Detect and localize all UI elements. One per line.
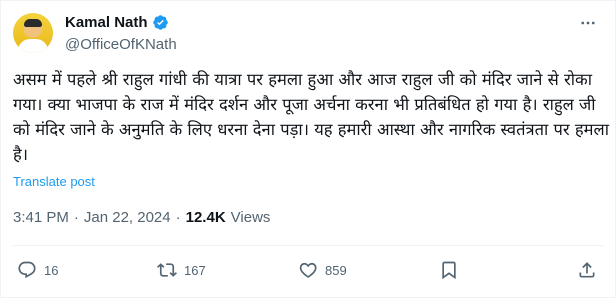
more-options-icon[interactable] xyxy=(577,13,599,33)
avatar-shirt xyxy=(18,39,48,53)
tweet-card[interactable]: Kamal Nath @OfficeOfKNath असम में पहले श… xyxy=(0,0,616,298)
tweet-time[interactable]: 3:41 PM xyxy=(13,209,69,226)
author-name-row: Kamal Nath xyxy=(65,14,169,31)
avatar-hair xyxy=(24,19,42,27)
tweet-text: असम में पहले श्री राहुल गांधी की यात्रा … xyxy=(13,70,609,164)
reply-button[interactable]: 16 xyxy=(17,260,58,280)
heart-icon xyxy=(299,262,317,278)
repost-button[interactable]: 167 xyxy=(157,260,206,280)
share-icon xyxy=(579,262,595,278)
avatar[interactable] xyxy=(13,13,53,53)
like-button[interactable]: 859 xyxy=(298,260,347,280)
bookmark-button[interactable] xyxy=(439,260,459,280)
share-button[interactable] xyxy=(577,260,597,280)
like-count: 859 xyxy=(325,262,347,278)
views-label: Views xyxy=(230,209,271,226)
meta-separator: · xyxy=(73,209,79,226)
repost-icon xyxy=(157,263,177,277)
action-bar: 16 167 859 xyxy=(13,260,605,284)
repost-count: 167 xyxy=(184,262,206,278)
author-display-name[interactable]: Kamal Nath xyxy=(65,14,148,31)
views-count: 12.4K xyxy=(185,209,226,226)
tweet-meta: 3:41 PM · Jan 22, 2024 · 12.4K Views xyxy=(13,209,270,226)
translate-post-link[interactable]: Translate post xyxy=(13,174,95,189)
reply-count: 16 xyxy=(44,262,59,278)
tweet-date[interactable]: Jan 22, 2024 xyxy=(84,209,171,226)
bookmark-icon xyxy=(442,261,456,280)
reply-icon xyxy=(18,261,36,279)
author-handle[interactable]: @OfficeOfKNath xyxy=(65,36,177,53)
verified-badge-icon xyxy=(152,15,168,30)
meta-separator-2: · xyxy=(175,209,181,226)
divider xyxy=(13,245,603,246)
